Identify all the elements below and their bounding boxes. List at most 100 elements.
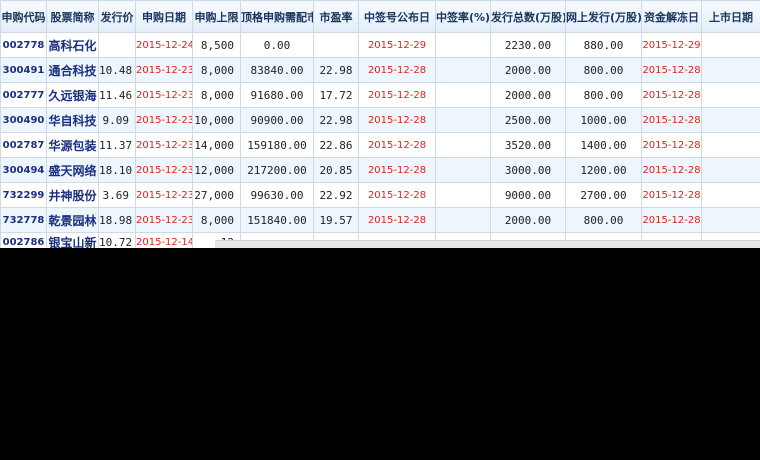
column-header[interactable]: 中签号公布日 [358, 0, 436, 33]
announce-date-cell: 2015-12-28 [358, 182, 436, 208]
full-apply-cost-cell: 99630.00 [240, 182, 314, 208]
unfreeze-date-cell: 2015-12-29 [641, 32, 702, 58]
win-rate-cell [435, 32, 491, 58]
online-issue-cell: 1200.00 [565, 157, 642, 183]
column-header[interactable]: 申购日期 [135, 0, 193, 33]
apply-limit-cell: 8,000 [192, 57, 241, 83]
horizontal-scrollbar[interactable] [215, 240, 760, 248]
stock-name-cell[interactable]: 银宝山新 [46, 232, 99, 248]
issue-price-cell: 9.09 [98, 107, 136, 133]
stock-code-cell[interactable]: 732299 [0, 182, 47, 208]
ipo-table-viewport: 申购代码股票简称发行价申购日期申购上限顶格申购需配市值(万)市盈率中签号公布日中… [0, 0, 760, 248]
apply-date-cell: 2015-12-14 [135, 232, 193, 248]
table-row[interactable]: 002777 久远银海 11.46 2015-12-23 8,000 91680.00 17… [0, 82, 760, 108]
ipo-subscription-table: 申购代码股票简称发行价申购日期申购上限顶格申购需配市值(万)市盈率中签号公布日中… [0, 0, 760, 248]
listing-date-cell [701, 132, 760, 158]
stock-code-cell[interactable]: 002777 [0, 82, 47, 108]
pe-ratio-cell: 20.85 [313, 157, 359, 183]
stock-code-cell[interactable]: 300494 [0, 157, 47, 183]
online-issue-cell: 800.00 [565, 207, 642, 233]
win-rate-cell [435, 132, 491, 158]
table-row[interactable]: 732299 井神股份 3.69 2015-12-23 27,000 99630.00 22… [0, 182, 760, 208]
apply-limit-cell: 12,000 [192, 157, 241, 183]
pe-ratio-cell: 22.86 [313, 132, 359, 158]
column-header[interactable]: 资金解冻日 [641, 0, 702, 33]
apply-date-cell: 2015-12-23 [135, 157, 193, 183]
table-row[interactable]: 300491 通合科技 10.48 2015-12-23 8,000 83840.00 22… [0, 57, 760, 83]
stock-name-cell[interactable]: 华自科技 [46, 107, 99, 133]
unfreeze-date-cell: 2015-12-28 [641, 182, 702, 208]
column-header[interactable]: 市盈率 [313, 0, 359, 33]
column-header[interactable]: 网上发行(万股) [565, 0, 642, 33]
win-rate-cell [435, 182, 491, 208]
stock-code-cell[interactable]: 300490 [0, 107, 47, 133]
column-header[interactable]: 股票简称 [46, 0, 99, 33]
issue-price-cell [98, 32, 136, 58]
table-row[interactable]: 732778 乾景园林 18.98 2015-12-23 8,000 151840.00 1… [0, 207, 760, 233]
online-issue-cell: 800.00 [565, 57, 642, 83]
table-row[interactable]: 300494 盛天网络 18.10 2015-12-23 12,000 217200.00… [0, 157, 760, 183]
stock-code-cell[interactable]: 002786 [0, 232, 47, 248]
listing-date-cell [701, 32, 760, 58]
apply-limit-cell: 14,000 [192, 132, 241, 158]
announce-date-cell: 2015-12-28 [358, 82, 436, 108]
stock-name-cell[interactable]: 盛天网络 [46, 157, 99, 183]
announce-date-cell: 2015-12-28 [358, 132, 436, 158]
pe-ratio-cell: 22.98 [313, 57, 359, 83]
listing-date-cell [701, 157, 760, 183]
column-header[interactable]: 申购代码 [0, 0, 47, 33]
full-apply-cost-cell: 0.00 [240, 32, 314, 58]
stock-name-cell[interactable]: 华源包装 [46, 132, 99, 158]
stock-name-cell[interactable]: 井神股份 [46, 182, 99, 208]
issue-price-cell: 11.37 [98, 132, 136, 158]
stock-code-cell[interactable]: 300491 [0, 57, 47, 83]
announce-date-cell: 2015-12-28 [358, 207, 436, 233]
stock-name-cell[interactable]: 久远银海 [46, 82, 99, 108]
win-rate-cell [435, 82, 491, 108]
pe-ratio-cell: 19.57 [313, 207, 359, 233]
online-issue-cell: 1400.00 [565, 132, 642, 158]
apply-date-cell: 2015-12-23 [135, 82, 193, 108]
unfreeze-date-cell: 2015-12-28 [641, 82, 702, 108]
column-header[interactable]: 发行价 [98, 0, 136, 33]
stock-name-cell[interactable]: 乾景园林 [46, 207, 99, 233]
announce-date-cell: 2015-12-28 [358, 157, 436, 183]
total-issue-cell: 2230.00 [490, 32, 566, 58]
apply-limit-cell: 8,000 [192, 207, 241, 233]
apply-limit-cell: 27,000 [192, 182, 241, 208]
full-apply-cost-cell: 159180.00 [240, 132, 314, 158]
online-issue-cell: 1000.00 [565, 107, 642, 133]
pe-ratio-cell: 22.98 [313, 107, 359, 133]
column-header[interactable]: 上市日期 [701, 0, 760, 33]
unfreeze-date-cell: 2015-12-28 [641, 107, 702, 133]
column-header[interactable]: 中签率(%) [435, 0, 491, 33]
table-body: 002778 高科石化 2015-12-24 8,500 0.00 2015-12-29 2… [0, 32, 760, 248]
table-row[interactable]: 300490 华自科技 9.09 2015-12-23 10,000 90900.00 22… [0, 107, 760, 133]
column-header[interactable]: 发行总数(万股) [490, 0, 566, 33]
listing-date-cell [701, 57, 760, 83]
unfreeze-date-cell: 2015-12-28 [641, 132, 702, 158]
win-rate-cell [435, 207, 491, 233]
table-row[interactable]: 002778 高科石化 2015-12-24 8,500 0.00 2015-12-29 2… [0, 32, 760, 58]
column-header[interactable]: 顶格申购需配市值(万) [240, 0, 314, 33]
total-issue-cell: 2000.00 [490, 57, 566, 83]
listing-date-cell [701, 107, 760, 133]
column-header[interactable]: 申购上限 [192, 0, 241, 33]
pe-ratio-cell: 17.72 [313, 82, 359, 108]
total-issue-cell: 2500.00 [490, 107, 566, 133]
full-apply-cost-cell: 217200.00 [240, 157, 314, 183]
unfreeze-date-cell: 2015-12-28 [641, 157, 702, 183]
stock-name-cell[interactable]: 高科石化 [46, 32, 99, 58]
table-row[interactable]: 002787 华源包装 11.37 2015-12-23 14,000 159180.00… [0, 132, 760, 158]
stock-code-cell[interactable]: 002778 [0, 32, 47, 58]
issue-price-cell: 18.10 [98, 157, 136, 183]
apply-date-cell: 2015-12-23 [135, 57, 193, 83]
pe-ratio-cell: 22.92 [313, 182, 359, 208]
unfreeze-date-cell: 2015-12-28 [641, 57, 702, 83]
announce-date-cell: 2015-12-29 [358, 32, 436, 58]
apply-date-cell: 2015-12-23 [135, 182, 193, 208]
stock-code-cell[interactable]: 732778 [0, 207, 47, 233]
stock-code-cell[interactable]: 002787 [0, 132, 47, 158]
total-issue-cell: 3000.00 [490, 157, 566, 183]
stock-name-cell[interactable]: 通合科技 [46, 57, 99, 83]
